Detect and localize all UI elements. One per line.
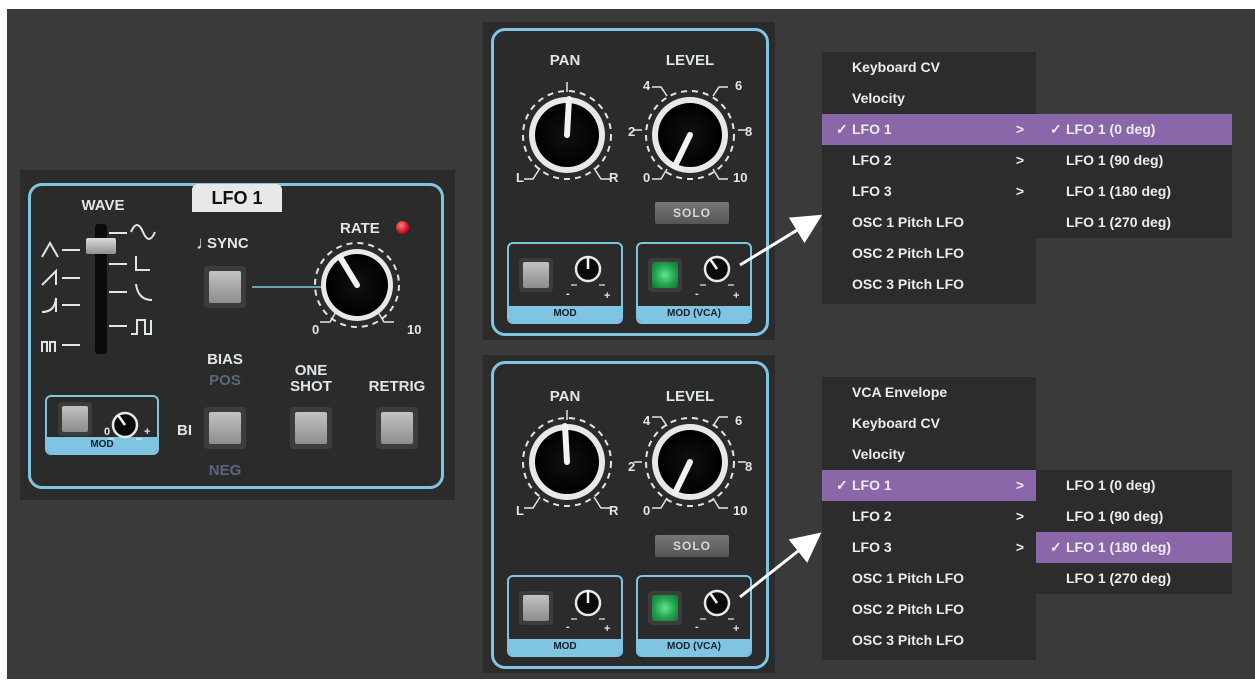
lfo-mod-amount-knob[interactable] (108, 411, 142, 440)
triangle-wave-icon (41, 240, 59, 258)
graphics-overlay (41, 82, 823, 620)
pan-knob-2[interactable] (522, 410, 612, 509)
square-wave-icon (41, 341, 56, 352)
ramp-up-icon (41, 268, 57, 286)
mod-amount-knob-2[interactable] (571, 589, 605, 620)
mod-amount-knob-1[interactable] (571, 255, 605, 286)
callout-arrow-1 (739, 214, 823, 267)
exp-ramp-down-icon (135, 283, 153, 301)
sine-wave-icon (130, 224, 156, 240)
callout-arrow-2 (739, 532, 822, 599)
ramp-down-icon (135, 256, 150, 271)
pan-knob-1[interactable] (522, 82, 612, 180)
rate-knob[interactable] (314, 242, 400, 328)
level-knob-1[interactable] (634, 86, 746, 180)
exp-ramp-up-icon (41, 297, 57, 313)
pulse-wave-icon (131, 319, 152, 335)
mod-vca-amount-knob-1[interactable] (700, 255, 734, 286)
level-knob-2[interactable] (634, 416, 746, 509)
mod-vca-amount-knob-2[interactable] (700, 589, 734, 620)
